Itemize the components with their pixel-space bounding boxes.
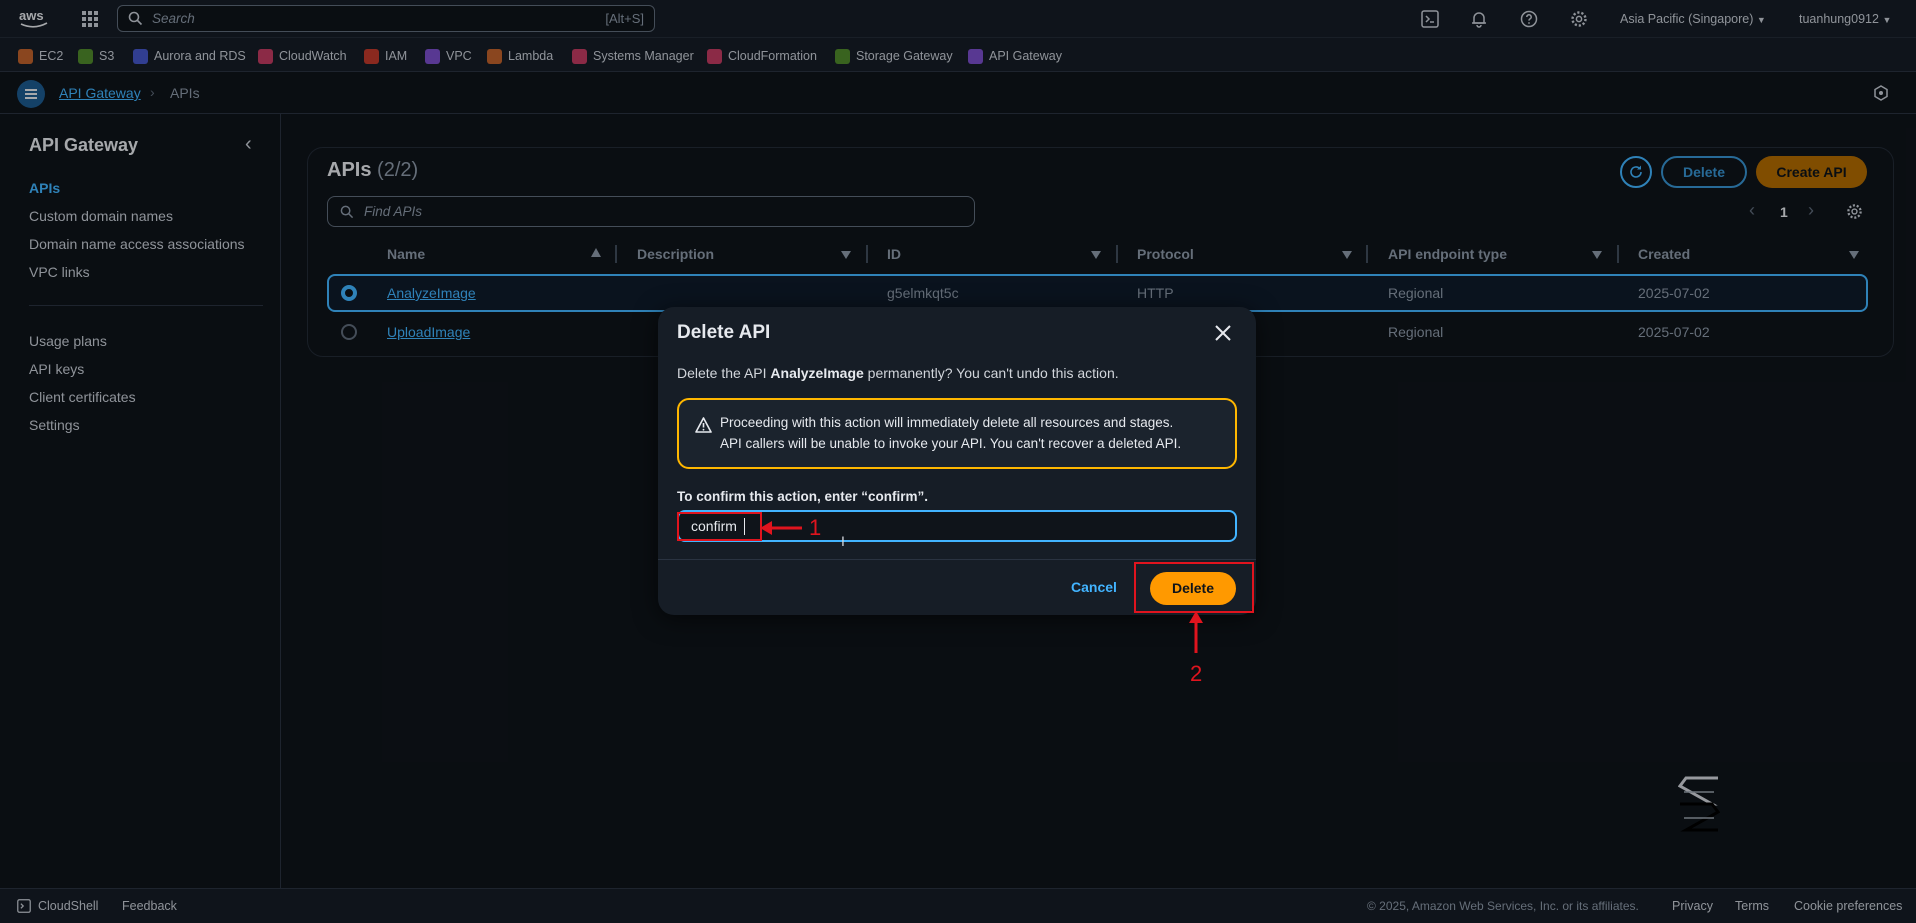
annotation-step-1: 1 xyxy=(809,515,822,540)
mouse-ibeam-cursor: I xyxy=(841,533,845,549)
warning-text-line2: API callers will be unable to invoke you… xyxy=(720,436,1182,451)
annotation-step-2: 2 xyxy=(1190,661,1203,686)
warning-text-line1: Proceeding with this action will immedia… xyxy=(720,415,1174,430)
annotation-box-input xyxy=(677,512,762,541)
annotation-arrow-up xyxy=(1188,611,1204,658)
desc-suffix: permanently? You can't undo this action. xyxy=(863,365,1119,381)
warning-icon xyxy=(695,417,712,438)
annotation-arrow-left xyxy=(760,520,804,541)
modal-title: Delete API xyxy=(677,322,771,343)
confirm-label: To confirm this action, enter “confirm”. xyxy=(677,489,929,504)
warning-alert: Proceeding with this action will immedia… xyxy=(677,398,1237,469)
modal-footer-divider xyxy=(658,559,1256,560)
desc-api-name: AnalyzeImage xyxy=(770,365,864,381)
modal-description: Delete the API AnalyzeImage permanently?… xyxy=(677,365,1119,381)
desc-prefix: Delete the API xyxy=(677,365,771,381)
cancel-button[interactable]: Cancel xyxy=(1071,579,1117,595)
annotation-box-delete xyxy=(1134,562,1254,613)
close-icon[interactable] xyxy=(1213,323,1233,348)
